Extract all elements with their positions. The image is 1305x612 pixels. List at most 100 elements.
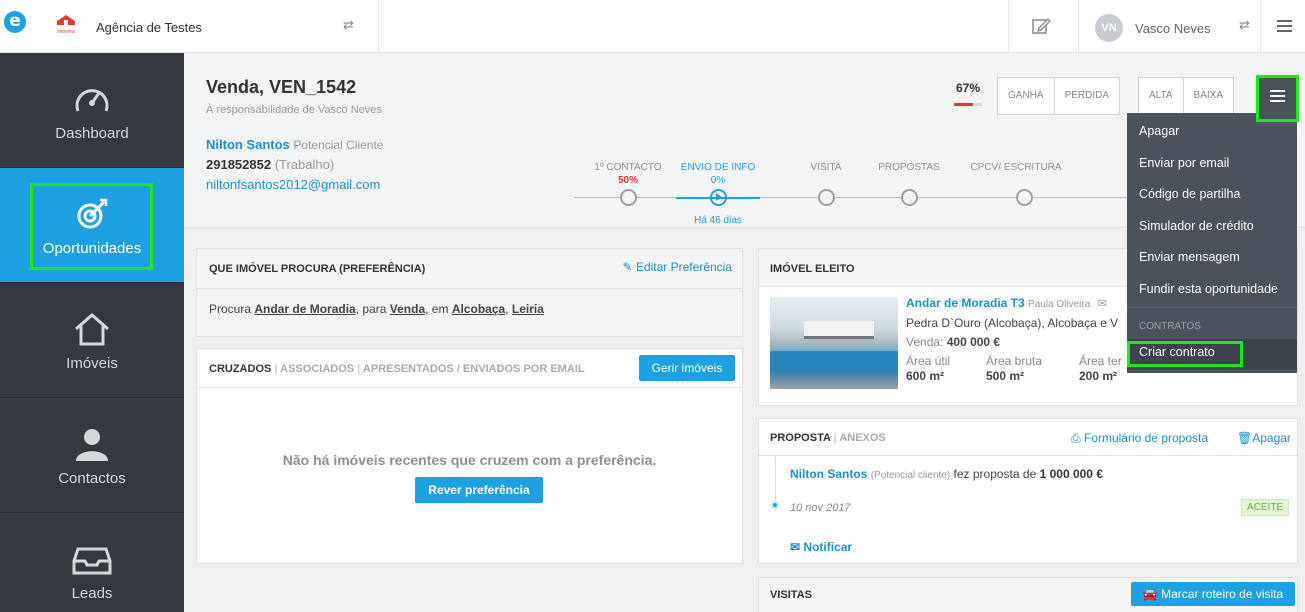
stage-circle[interactable]: [620, 189, 637, 206]
priority-high-button[interactable]: ALTA: [1139, 78, 1184, 114]
proposal-form-label: Formulário de proposta: [1083, 431, 1209, 445]
client-status: Potencial Cliente: [293, 138, 384, 152]
proposal-tabs: PROPOSTA | ANEXOS: [770, 432, 886, 444]
probability-bar-fill: [954, 103, 973, 106]
client-line: Nilton Santos Potencial Cliente: [206, 137, 383, 152]
avatar[interactable]: VN: [1095, 14, 1123, 42]
notify-button[interactable]: ✉ Notificar: [790, 540, 852, 554]
agency-logo-text: imosma: [57, 29, 75, 35]
property-name-link[interactable]: Andar de Moradia T3: [906, 296, 1025, 310]
area-bruta-label: Área bruta: [986, 354, 1043, 368]
menu-item-share-code[interactable]: Código de partilha: [1139, 187, 1240, 201]
inbox-icon: [72, 547, 112, 575]
stage-circle[interactable]: [818, 189, 835, 206]
page-title: Venda, VEN_1542: [206, 77, 357, 97]
sidebar-item-oportunidades[interactable]: Oportunidades: [0, 168, 184, 283]
preference-sep: , para: [355, 302, 387, 316]
priority-buttons: ALTA BAIXA: [1138, 77, 1234, 115]
menu-item-create-contract[interactable]: Criar contrato: [1127, 339, 1297, 369]
proposal-client-link[interactable]: Nilton Santos: [790, 467, 867, 481]
proposal-amount: 1 000 000 €: [1039, 467, 1103, 481]
preference-sep: ,: [505, 302, 509, 316]
tab-associados[interactable]: ASSOCIADOS: [280, 363, 354, 375]
probability-bar: [954, 103, 982, 106]
sidebar-item-leads[interactable]: Leads: [0, 513, 184, 612]
property-photo[interactable]: [770, 297, 898, 389]
edit-preference-link[interactable]: ✎ Editar Preferência: [623, 260, 732, 274]
user-name[interactable]: Vasco Neves: [1135, 21, 1211, 36]
stage-circle[interactable]: [1016, 189, 1033, 206]
sidebar-item-label: Contactos: [58, 470, 126, 487]
property-price-label: Venda:: [906, 335, 944, 349]
pdf-icon: ⎙: [1071, 431, 1081, 445]
actions-menu-button[interactable]: [1259, 77, 1296, 115]
won-button[interactable]: GANHA: [998, 78, 1055, 114]
proposal-form-link[interactable]: ⎙ Formulário de proposta: [1071, 431, 1208, 446]
menu-item-delete[interactable]: Apagar: [1139, 124, 1179, 138]
property-location: Pedra D`Ouro (Alcobaça), Alcobaça e V: [906, 316, 1119, 330]
tab-proposta[interactable]: PROPOSTA: [770, 432, 831, 444]
hamburger-menu-icon[interactable]: [1277, 20, 1292, 32]
house-icon: [75, 313, 109, 346]
divider: [759, 455, 1297, 456]
sidebar-item-label: Dashboard: [55, 125, 129, 142]
car-icon: 🚘: [1142, 587, 1158, 601]
stage-label: VISITA: [810, 162, 842, 173]
property-title-line: Andar de Moradia T3 Paula Oliveira ✉: [906, 296, 1107, 310]
delete-proposal-label: Apagar: [1252, 431, 1291, 445]
proposal-description: Nilton Santos (Potencial cliente) fez pr…: [790, 467, 1103, 481]
property-price-line: Venda: 400 000 €: [906, 335, 1000, 349]
divider: [1260, 0, 1261, 53]
phone-line: 291852852 (Trabalho): [206, 157, 334, 172]
proposal-text: fez proposta de: [953, 467, 1037, 481]
app-logo-icon[interactable]: e: [4, 11, 26, 33]
empty-message: Não há imóveis recentes que cruzem com a…: [282, 452, 657, 468]
preference-place-link[interactable]: Leiria: [512, 302, 544, 316]
area-terreno-label: Área ter: [1079, 354, 1122, 368]
divider: [197, 387, 742, 388]
preference-title: QUE IMÓVEL PROCURA (PREFERÊNCIA): [209, 263, 426, 275]
lost-button[interactable]: PERDIDA: [1055, 78, 1119, 114]
stage-label: ENVIO DE INFO: [680, 162, 756, 173]
tab-anexos[interactable]: ANEXOS: [839, 432, 885, 444]
switch-user-icon[interactable]: ⇄: [1239, 18, 1250, 33]
email-link[interactable]: niltonfsantos2012@gmail.com: [206, 177, 380, 192]
phone-number[interactable]: 291852852: [206, 157, 271, 172]
divider: [1078, 0, 1079, 53]
stage-line: [574, 197, 1134, 198]
menu-item-send-message[interactable]: Enviar mensagem: [1139, 250, 1240, 264]
menu-item-credit-simulator[interactable]: Simulador de crédito: [1139, 219, 1254, 233]
sidebar-item-contactos[interactable]: Contactos: [0, 398, 184, 513]
proposal-date: 10 nov 2017: [790, 502, 851, 514]
edit-note-icon[interactable]: [1031, 16, 1051, 39]
review-preference-button[interactable]: Rever preferência: [415, 477, 543, 503]
preference-panel: QUE IMÓVEL PROCURA (PREFERÊNCIA) ✎ Edita…: [196, 248, 743, 337]
preference-deal-link[interactable]: Venda: [390, 302, 425, 316]
priority-low-button[interactable]: BAIXA: [1184, 78, 1233, 114]
sidebar-item-imoveis[interactable]: Imóveis: [0, 283, 184, 398]
area-util-value: 600 m²: [906, 369, 945, 383]
stage-circle[interactable]: [901, 189, 918, 206]
preference-place-link[interactable]: Alcobaça: [452, 302, 505, 316]
menu-item-merge-opportunity[interactable]: Fundir esta oportunidade: [1139, 282, 1278, 296]
menu-item-send-email[interactable]: Enviar por email: [1139, 156, 1229, 170]
sidebar-item-label: Imóveis: [66, 355, 118, 372]
envelope-icon: ✉: [790, 540, 801, 554]
schedule-visit-button[interactable]: 🚘 Marcar roteiro de visita: [1131, 582, 1295, 606]
delete-proposal-link[interactable]: 🗑Apagar: [1237, 431, 1291, 445]
agency-name[interactable]: Agência de Testes: [96, 20, 202, 35]
manage-properties-button[interactable]: Gerir imóveis: [639, 355, 735, 381]
client-name-link[interactable]: Nilton Santos: [206, 137, 290, 152]
notify-label: Notificar: [803, 540, 853, 554]
sidebar-item-dashboard[interactable]: Dashboard: [0, 53, 184, 168]
preference-type-link[interactable]: Andar de Moradia: [254, 302, 355, 316]
stage-label: PROPOSTAS: [878, 162, 940, 173]
tab-apresentados[interactable]: APRESENTADOS / ENVIADOS POR EMAIL: [363, 363, 585, 375]
stage-label: CPCV/ ESCRITURA: [970, 162, 1062, 173]
preference-summary: Procura Andar de Moradia, para Venda, em…: [209, 302, 544, 316]
timeline-dot: [771, 501, 779, 509]
switch-agency-icon[interactable]: ⇄: [343, 18, 354, 33]
stage-underline: [676, 197, 760, 199]
tab-cruzados[interactable]: CRUZADOS: [209, 363, 271, 375]
send-email-icon[interactable]: ✉: [1098, 298, 1107, 310]
